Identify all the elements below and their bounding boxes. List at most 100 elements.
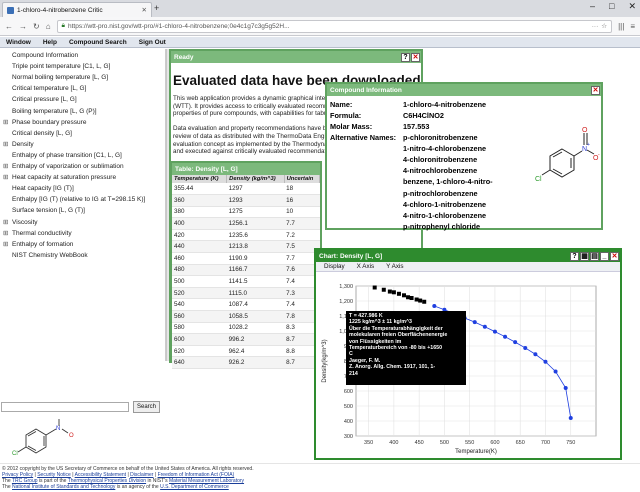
- sidebar-item[interactable]: Thermal conductivity: [3, 229, 72, 237]
- table-row[interactable]: 620 962.4 8.8: [172, 345, 320, 358]
- table-row[interactable]: 400 1256.1 7.7: [172, 217, 320, 230]
- table-row[interactable]: 540 1087.4 7.4: [172, 298, 320, 312]
- browser-tab[interactable]: 1-chloro-4-nitrobenzene Critic ✕: [2, 2, 152, 17]
- library-icon[interactable]: |||: [618, 22, 624, 31]
- data-point[interactable]: [391, 290, 396, 295]
- data-point[interactable]: [409, 296, 414, 300]
- menu-icon[interactable]: ≡: [630, 22, 635, 31]
- sidebar-item[interactable]: Enthalpy of phase transition [C1, L, G]: [12, 152, 122, 159]
- table-row[interactable]: 500 1141.5 7.4: [172, 275, 320, 288]
- table-row[interactable]: 520 1115.0 7.3: [172, 287, 320, 300]
- data-point[interactable]: [396, 291, 401, 296]
- search-button[interactable]: Search: [133, 401, 160, 413]
- sidebar-item[interactable]: Boiling temperature [L, G (P)]: [12, 108, 97, 115]
- col-header-temperature[interactable]: Temperature (K): [172, 175, 228, 183]
- minimize-icon[interactable]: _: [600, 251, 609, 261]
- sidebar-item[interactable]: NIST Chemistry WebBook: [12, 252, 88, 259]
- menu-window[interactable]: Window: [6, 39, 31, 46]
- sidebar-item[interactable]: Enthalpy of formation: [3, 240, 74, 248]
- data-point[interactable]: [381, 287, 386, 292]
- density-table-titlebar[interactable]: Table: Density [L, G]: [172, 163, 320, 175]
- sidebar-item[interactable]: Triple point temperature [C1, L, G]: [12, 63, 110, 70]
- sidebar-item[interactable]: Critical density [L, G]: [12, 130, 72, 137]
- chart-menu-y-axis[interactable]: Y Axis: [386, 263, 403, 270]
- page-actions-icon[interactable]: ···: [592, 23, 599, 30]
- sidebar-item[interactable]: Viscosity: [3, 218, 37, 226]
- table-row[interactable]: 380 1275 10: [172, 206, 320, 219]
- sidebar-item[interactable]: Enthalpy of vaporization or sublimation: [3, 162, 124, 170]
- table-row[interactable]: 600 996.2 8.7: [172, 333, 320, 346]
- data-point[interactable]: [432, 303, 437, 308]
- table-row[interactable]: 360 1293 16: [172, 194, 320, 207]
- close-icon[interactable]: ✕: [591, 85, 600, 95]
- table-row[interactable]: 460 1190.9 7.7: [172, 252, 320, 265]
- data-point[interactable]: [513, 340, 518, 345]
- sidebar-item[interactable]: Critical pressure [L, G]: [12, 96, 77, 103]
- data-point[interactable]: [503, 334, 508, 339]
- sidebar-item[interactable]: Compound Information: [12, 52, 78, 59]
- chart-menu-display[interactable]: Display: [324, 263, 345, 270]
- data-point[interactable]: [472, 320, 477, 325]
- data-point[interactable]: [372, 285, 377, 290]
- menu-sign-out[interactable]: Sign Out: [139, 39, 166, 46]
- close-window-button[interactable]: ✕: [628, 1, 636, 12]
- chart-table-icon[interactable]: ▦: [580, 251, 589, 261]
- minimize-button[interactable]: –: [590, 1, 595, 12]
- data-point[interactable]: [568, 416, 573, 420]
- menu-compound-search[interactable]: Compound Search: [69, 39, 127, 46]
- help-icon[interactable]: ?: [401, 52, 410, 62]
- col-header-density[interactable]: Density (kg/m^3): [226, 175, 285, 183]
- data-point[interactable]: [406, 295, 411, 300]
- reload-icon[interactable]: ↻: [33, 22, 40, 31]
- forward-icon[interactable]: →: [19, 22, 27, 31]
- sidebar-item[interactable]: Critical temperature [L, G]: [12, 85, 86, 92]
- maximize-button[interactable]: □: [609, 1, 614, 12]
- data-point[interactable]: [492, 329, 497, 334]
- data-point[interactable]: [523, 345, 528, 350]
- chart-menu-x-axis[interactable]: X Axis: [357, 263, 375, 270]
- table-cell: 400: [172, 217, 227, 230]
- close-icon[interactable]: ✕: [411, 52, 420, 62]
- data-point[interactable]: [553, 369, 558, 374]
- sidebar-item[interactable]: Heat capacity [IG (T)]: [12, 185, 74, 192]
- table-row[interactable]: 355.44 1297 18: [172, 183, 320, 196]
- sidebar-item[interactable]: Heat capacity at saturation pressure: [3, 173, 116, 181]
- data-point[interactable]: [422, 299, 427, 304]
- sidebar-item[interactable]: Phase boundary pressure: [3, 118, 86, 126]
- help-icon[interactable]: ?: [570, 251, 579, 261]
- data-point[interactable]: [482, 324, 487, 329]
- home-icon[interactable]: ⌂: [46, 22, 51, 31]
- data-point[interactable]: [418, 298, 423, 303]
- search-input[interactable]: [1, 402, 129, 412]
- sidebar-item[interactable]: Surface tension [L, G (T)]: [12, 207, 85, 214]
- address-bar[interactable]: 🔒︎ https://wtt-pro.nist.gov/wtt-pro/#1-c…: [56, 19, 613, 33]
- doc-link[interactable]: U.S. Department of Commerce: [160, 484, 229, 490]
- data-point[interactable]: [533, 352, 538, 357]
- nist-link[interactable]: National Institute of Standards and Tech…: [12, 484, 115, 490]
- data-point[interactable]: [563, 386, 568, 390]
- table-row[interactable]: 420 1235.6 7.2: [172, 229, 320, 242]
- close-icon[interactable]: ✕: [610, 251, 619, 261]
- table-row[interactable]: 580 1028.2 8.3: [172, 322, 320, 335]
- table-row[interactable]: 560 1058.5 7.8: [172, 310, 320, 323]
- bookmark-star-icon[interactable]: ☆: [601, 22, 607, 30]
- data-point[interactable]: [387, 289, 392, 294]
- ready-titlebar[interactable]: Ready ? ✕: [171, 51, 421, 63]
- new-tab-button[interactable]: +: [154, 3, 159, 13]
- compound-titlebar[interactable]: Compound Information ✕: [327, 84, 601, 96]
- menu-help[interactable]: Help: [43, 39, 57, 46]
- data-point[interactable]: [414, 297, 419, 302]
- col-header-uncertainty[interactable]: Uncertain: [284, 175, 321, 183]
- chart-view-icon[interactable]: ▤: [590, 251, 599, 261]
- table-row[interactable]: 640 926.2 8.7: [172, 356, 320, 369]
- data-point[interactable]: [543, 359, 548, 364]
- sidebar-item[interactable]: Normal boiling temperature [L, G]: [12, 74, 108, 81]
- data-point[interactable]: [402, 293, 406, 298]
- table-row[interactable]: 480 1166.7 7.6: [172, 264, 320, 277]
- table-row[interactable]: 440 1213.8 7.5: [172, 240, 320, 254]
- close-tab-icon[interactable]: ✕: [142, 6, 147, 14]
- back-icon[interactable]: ←: [5, 22, 13, 31]
- sidebar-item[interactable]: Enthalpy [IG (T) (relative to IG at T=29…: [12, 196, 145, 203]
- chart-titlebar[interactable]: Chart: Density [L, G] ? ▦ ▤ _ ✕: [316, 250, 620, 262]
- sidebar-item[interactable]: Density: [3, 140, 34, 148]
